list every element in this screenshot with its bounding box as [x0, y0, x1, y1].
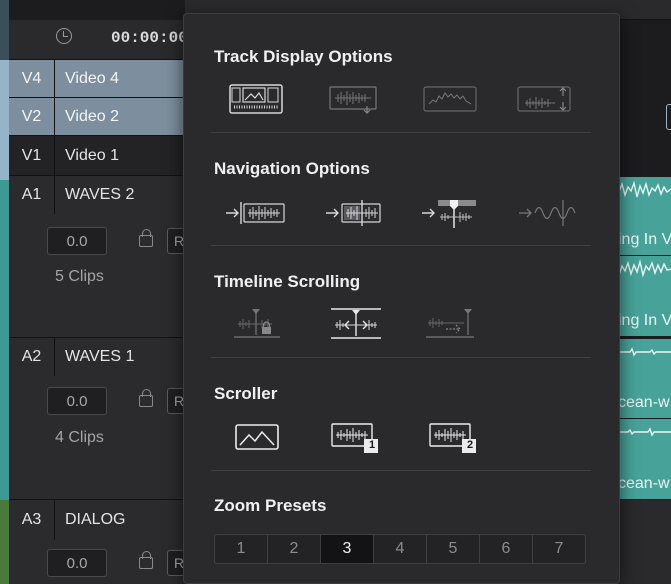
track-name[interactable]: WAVES 1 [65, 338, 134, 376]
timeline-view-options-popup: Track Display Options Navigation Options… [183, 13, 620, 584]
waveform-full-icon[interactable] [423, 82, 477, 116]
thumbnail-display-icon[interactable] [229, 82, 283, 116]
track-volume-field[interactable]: 0.0 [47, 227, 107, 255]
zoom-preset-button[interactable]: 1 [215, 535, 268, 563]
zoom-presets-segmented-control: 1 2 3 4 5 6 7 [214, 534, 586, 564]
nav-center-clip-icon[interactable] [324, 196, 384, 230]
zoom-preset-button[interactable]: 4 [374, 535, 427, 563]
section-divider [211, 357, 591, 358]
track-header-a3[interactable]: A3 DIALOG 0.0 R [9, 500, 191, 584]
section-title-zoom-presets: Zoom Presets [214, 496, 327, 515]
lock-icon[interactable] [139, 229, 153, 247]
section-title-timeline-scrolling: Timeline Scrolling [214, 272, 361, 291]
section-title-navigation: Navigation Options [214, 159, 370, 178]
scrolling-page-icon[interactable] [424, 307, 476, 341]
timecode-header: 00:00:00 [9, 20, 188, 60]
track-header-v4[interactable]: V4 Video 4 [9, 60, 185, 98]
zoom-preset-button[interactable]: 7 [533, 535, 585, 563]
zoom-preset-button-selected[interactable]: 3 [321, 535, 374, 563]
nav-jump-to-clip-icon[interactable] [224, 196, 288, 230]
clip-label: ing In V [618, 312, 671, 329]
track-header-a2[interactable]: A2 WAVES 1 0.0 R 4 Clips [9, 338, 191, 500]
nav-waveform-jump-icon[interactable] [517, 196, 577, 230]
track-id: V2 [9, 98, 55, 135]
scroller-waveform-one-icon[interactable]: 1 [330, 420, 380, 454]
zoom-preset-button[interactable]: 5 [427, 535, 480, 563]
clip-label: cean-w [618, 475, 670, 492]
scroller-badge-two: 2 [466, 439, 474, 451]
track-header-a1[interactable]: A1 WAVES 2 0.0 R 5 Clips [9, 176, 191, 338]
scroller-waveform-two-icon[interactable]: 2 [428, 420, 478, 454]
zoom-preset-button[interactable]: 6 [480, 535, 533, 563]
clip-label: ing In V [618, 231, 671, 248]
zoom-preset-button[interactable]: 2 [268, 535, 321, 563]
track-id: A3 [9, 500, 55, 540]
section-divider [211, 132, 591, 133]
timecode-display: 00:00:00 [111, 29, 188, 47]
scrolling-centered-icon[interactable] [329, 307, 383, 341]
clip-count: 5 Clips [55, 268, 104, 285]
track-id: A1 [9, 176, 55, 214]
section-title-scroller: Scroller [214, 384, 278, 403]
clock-icon [56, 28, 72, 44]
lock-icon[interactable] [139, 551, 153, 569]
section-divider [211, 470, 591, 471]
track-id: V4 [9, 60, 55, 97]
track-id: A2 [9, 338, 55, 376]
track-header-v1[interactable]: V1 Video 1 [9, 136, 185, 176]
section-title-track-display: Track Display Options [214, 47, 393, 66]
clip-label: cean-w [618, 394, 670, 411]
waveform-display-icon[interactable] [329, 82, 377, 116]
track-name[interactable]: WAVES 2 [65, 176, 134, 214]
track-volume-field[interactable]: 0.0 [47, 387, 107, 415]
scrolling-locked-icon[interactable] [232, 307, 282, 341]
track-height-icon[interactable] [517, 82, 571, 116]
track-header-v2[interactable]: V2 Video 2 [9, 98, 185, 136]
track-name[interactable]: Video 4 [65, 60, 119, 97]
clip-count: 4 Clips [55, 429, 104, 446]
nav-playhead-icon[interactable] [420, 196, 480, 230]
track-volume-field[interactable]: 0.0 [47, 549, 107, 577]
section-divider [211, 245, 591, 246]
track-name[interactable]: DIALOG [65, 500, 125, 540]
track-color-strip [0, 0, 9, 584]
track-id: V1 [9, 136, 55, 175]
scroller-thumbnail-icon[interactable] [234, 420, 280, 454]
track-name[interactable]: Video 2 [65, 98, 119, 135]
track-name[interactable]: Video 1 [65, 136, 119, 175]
scroller-badge-one: 1 [368, 439, 376, 451]
lock-icon[interactable] [139, 389, 153, 407]
